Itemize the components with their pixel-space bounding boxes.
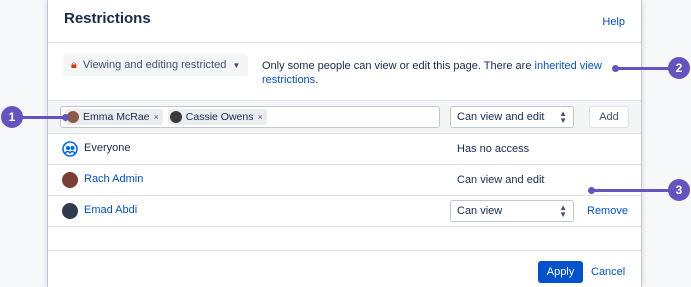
user-picker-input[interactable]: Emma McRae × Cassie Owens ×	[60, 106, 440, 128]
select-arrows-icon: ▲ ▼	[559, 203, 567, 219]
description-text: Only some people can view or edit this p…	[262, 60, 535, 72]
avatar	[62, 203, 78, 219]
callout-2-dot	[612, 65, 619, 72]
entry-name-link[interactable]: Rach Admin	[84, 173, 143, 185]
remove-link[interactable]: Remove	[587, 205, 628, 217]
callout-3: 3	[668, 179, 690, 201]
callout-2-leader	[616, 67, 670, 70]
apply-button[interactable]: Apply	[538, 261, 583, 283]
callout-1-leader	[22, 116, 66, 119]
callout-2: 2	[668, 57, 690, 79]
remove-chip-icon[interactable]: ×	[257, 112, 262, 122]
restriction-description: Only some people can view or edit this p…	[262, 59, 622, 87]
dialog-title: Restrictions	[64, 10, 151, 27]
footer-divider	[48, 250, 641, 251]
restrictions-dialog: Restrictions Help 🔒︎ Viewing and editing…	[47, 0, 642, 287]
callout-1-dot	[62, 114, 69, 121]
user-chip: Cassie Owens ×	[167, 109, 267, 125]
list-item: Emad Abdi Can view ▲ ▼ Remove	[48, 196, 641, 227]
header-divider	[48, 42, 641, 43]
list-item: Everyone Has no access	[48, 134, 641, 165]
lock-icon: 🔒︎	[71, 58, 77, 71]
remove-chip-icon[interactable]: ×	[154, 112, 159, 122]
user-chip: Emma McRae ×	[65, 109, 163, 125]
restriction-mode-label: Viewing and editing restricted	[82, 59, 227, 71]
add-button[interactable]: Add	[589, 106, 629, 128]
permission-select[interactable]: Can view and edit ▲ ▼	[450, 106, 574, 128]
entry-name: Everyone	[84, 142, 131, 154]
entry-permission: Can view and edit	[457, 174, 545, 186]
callout-3-dot	[588, 187, 595, 194]
list-item: Rach Admin Can view and edit	[48, 165, 641, 196]
entry-permission-select[interactable]: Can view ▲ ▼	[450, 200, 574, 222]
permission-select-value: Can view and edit	[457, 111, 545, 123]
select-arrows-icon: ▲ ▼	[559, 109, 567, 125]
description-suffix: .	[315, 74, 319, 86]
callout-1: 1	[1, 106, 23, 128]
chip-label: Cassie Owens	[185, 111, 254, 123]
add-user-row: Emma McRae × Cassie Owens × Can view and…	[48, 100, 641, 134]
chip-label: Emma McRae	[83, 111, 150, 123]
chevron-down-icon: ▼	[232, 60, 241, 70]
avatar	[62, 172, 78, 188]
entry-permission: Has no access	[457, 143, 530, 155]
restriction-mode-dropdown[interactable]: 🔒︎ Viewing and editing restricted ▼	[63, 54, 249, 76]
callout-3-leader	[592, 189, 670, 192]
permission-select-value: Can view	[457, 205, 503, 217]
entry-name-link[interactable]: Emad Abdi	[84, 204, 137, 216]
group-icon	[62, 141, 78, 157]
help-link[interactable]: Help	[602, 16, 625, 28]
avatar	[169, 111, 182, 123]
cancel-button[interactable]: Cancel	[591, 266, 625, 278]
